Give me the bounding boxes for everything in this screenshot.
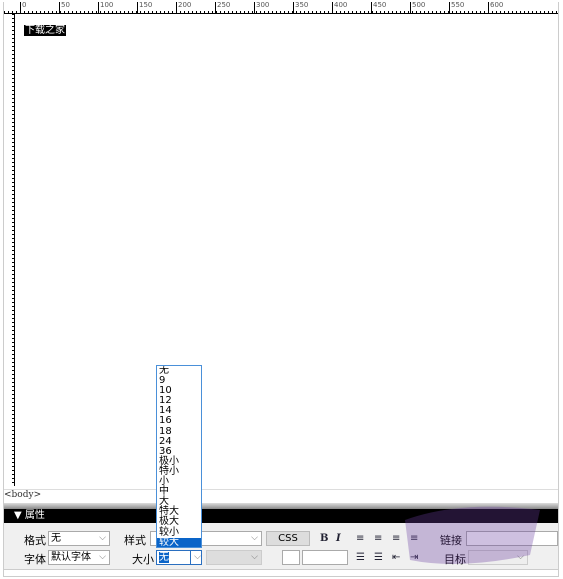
color-input[interactable] xyxy=(302,550,348,565)
chevron-down-icon: ⌵ xyxy=(517,552,524,562)
font-value: 默认字体 xyxy=(51,552,91,563)
font-label: 字体 xyxy=(24,553,46,566)
align-left-icon[interactable]: ≡ xyxy=(356,532,364,545)
indent-icon[interactable]: ⇥ xyxy=(410,551,418,564)
ruler-tick-label: 200 xyxy=(176,2,191,13)
ruler-tick-label: 350 xyxy=(293,2,308,13)
selected-document-text[interactable]: 下载之家 xyxy=(24,25,66,36)
color-picker[interactable] xyxy=(282,550,300,565)
chevron-down-icon: ⌵ xyxy=(99,552,106,562)
link-input[interactable] xyxy=(466,531,558,546)
size-value: 无 xyxy=(159,552,169,563)
ruler-tick-label: 50 xyxy=(59,2,70,13)
ordered-list-icon[interactable]: ☰ xyxy=(374,551,383,564)
size-unit-select: ⌵ xyxy=(206,550,262,565)
size-option[interactable]: 极大 xyxy=(157,517,201,527)
target-label: 目标 xyxy=(444,553,466,566)
size-label: 大小 xyxy=(132,553,154,566)
ruler-tick-label: 300 xyxy=(254,2,269,13)
vertical-ruler xyxy=(4,14,15,486)
properties-panel: 格式 无 ⌵ 字体 默认字体 ⌵ 样式 ⌵ 大小 无 ⌵ ⌵ CSS B I ≡ ≡ … xyxy=(4,523,558,570)
format-select[interactable]: 无 ⌵ xyxy=(48,531,110,546)
chevron-down-icon: ⌵ xyxy=(99,533,106,543)
link-label: 链接 xyxy=(440,534,462,547)
justify-icon[interactable]: ≡ xyxy=(410,532,418,545)
ruler-tick-label: 250 xyxy=(215,2,230,13)
body-tag[interactable]: <body> xyxy=(4,490,41,500)
unordered-list-icon[interactable]: ☰ xyxy=(356,551,365,564)
italic-button[interactable]: I xyxy=(336,532,341,545)
format-label: 格式 xyxy=(24,534,46,547)
chevron-down-icon[interactable]: ⌵ xyxy=(190,551,201,564)
outdent-icon[interactable]: ⇤ xyxy=(392,551,400,564)
target-select[interactable]: ⌵ xyxy=(468,550,528,565)
css-button[interactable]: CSS xyxy=(266,531,310,546)
chevron-down-icon: ⌵ xyxy=(251,533,258,543)
ruler-tick-label: 100 xyxy=(98,2,113,13)
ruler-tick-label: 550 xyxy=(449,2,464,13)
ruler-tick-label: 600 xyxy=(488,2,503,13)
size-dropdown-list[interactable]: 无 9 10 12 14 16 18 24 36 极小 特小小中大特大 极大 较小 较大 xyxy=(156,365,202,548)
size-option[interactable]: 较大 xyxy=(157,537,201,547)
format-value: 无 xyxy=(51,533,61,544)
ruler-tick-label: 400 xyxy=(332,2,347,13)
properties-panel-header[interactable]: ▼ 属性 xyxy=(4,509,558,523)
bold-button[interactable]: B xyxy=(320,532,328,545)
ruler-tick-label: 0 xyxy=(20,2,26,13)
horizontal-ruler: 0 50 100 150 200 250 300 350 400 450 500 550 600 xyxy=(4,2,558,14)
style-label: 样式 xyxy=(124,534,146,547)
tag-selector[interactable]: <body> xyxy=(4,489,558,501)
ruler-tick-label: 450 xyxy=(371,2,386,13)
size-select[interactable]: 无 ⌵ xyxy=(156,550,202,565)
ruler-tick-label: 150 xyxy=(137,2,152,13)
ruler-tick-label: 500 xyxy=(410,2,425,13)
chevron-down-icon: ⌵ xyxy=(251,552,258,562)
align-center-icon[interactable]: ≡ xyxy=(374,532,382,545)
font-select[interactable]: 默认字体 ⌵ xyxy=(48,550,110,565)
align-right-icon[interactable]: ≡ xyxy=(392,532,400,545)
